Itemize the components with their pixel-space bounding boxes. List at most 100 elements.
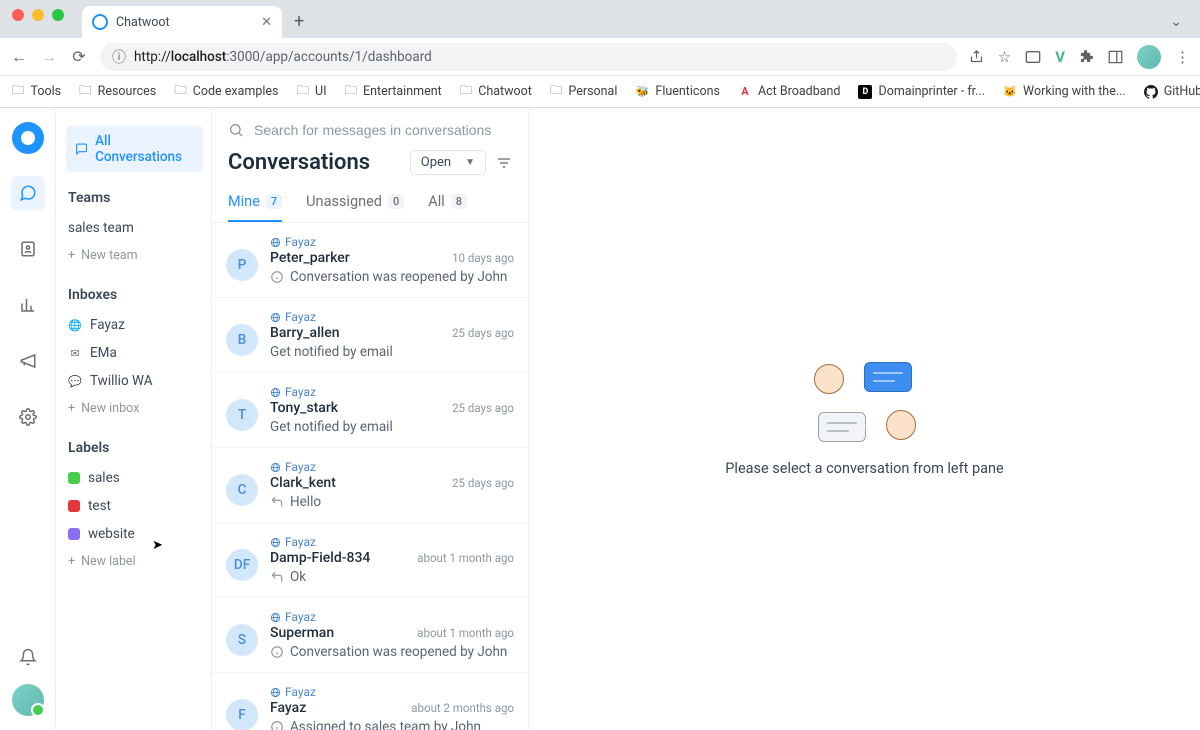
bookmark-star-icon[interactable]: ☆ (998, 48, 1011, 66)
sidebar-inbox-item[interactable]: 🌐Fayaz (66, 311, 203, 339)
bookmark-link[interactable]: 🐝Fluenticons (635, 84, 720, 99)
contact-name: Tony_stark (270, 400, 338, 416)
url-text: http://localhost:3000/app/accounts/1/das… (134, 49, 432, 65)
site-info-icon[interactable]: ⓘ (112, 47, 126, 67)
message-preview: Conversation was reopened by John (270, 269, 514, 285)
conversation-item[interactable]: PFayazPeter_parker10 days agoConversatio… (212, 223, 528, 298)
nav-notifications[interactable] (11, 640, 45, 674)
contact-name: Barry_allen (270, 325, 340, 341)
minimize-window-icon[interactable] (32, 9, 44, 21)
bookmark-folder[interactable]: 🗀Tools (12, 81, 61, 102)
info-icon (270, 720, 284, 730)
search-bar[interactable] (212, 108, 528, 146)
maximize-window-icon[interactable] (52, 9, 64, 21)
url-field[interactable]: ⓘ http://localhost:3000/app/accounts/1/d… (100, 43, 957, 71)
message-preview: Conversation was reopened by John (270, 644, 514, 660)
inbox-tag: Fayaz (270, 235, 514, 249)
vue-devtools-icon[interactable]: V (1055, 48, 1065, 66)
panel-icon[interactable] (1108, 50, 1123, 64)
site-icon: D (858, 85, 872, 99)
label-color-icon (68, 472, 80, 484)
message-preview: Get notified by email (270, 419, 514, 435)
menu-icon[interactable]: ⋮ (1175, 48, 1190, 66)
nav-conversations[interactable] (11, 176, 45, 210)
sidebar-inbox-item[interactable]: ✉EMa (66, 339, 203, 367)
bookmark-folder[interactable]: 🗀Entertainment (345, 81, 442, 102)
bookmark-folder[interactable]: 🗀UI (296, 81, 326, 102)
conversation-item[interactable]: SFayazSupermanabout 1 month agoConversat… (212, 598, 528, 673)
tab-mine[interactable]: Mine7 (228, 185, 282, 222)
status-dropdown[interactable]: Open ▼ (410, 150, 486, 175)
bookmark-folder[interactable]: 🗀Personal (550, 81, 618, 102)
user-avatar[interactable] (12, 684, 44, 716)
bookmark-folder[interactable]: 🗀Code examples (174, 81, 278, 102)
bookmark-link[interactable]: GitHub Command... (1144, 84, 1200, 99)
sidebar-label-item[interactable]: website (66, 520, 203, 548)
extensions-icon[interactable] (1079, 49, 1094, 64)
sidebar-label-item[interactable]: test (66, 492, 203, 520)
new-tab-button[interactable]: + (282, 11, 316, 38)
close-window-icon[interactable] (12, 9, 24, 21)
count-badge: 0 (388, 194, 404, 209)
empty-state-illustration (810, 362, 920, 442)
bookmark-folder[interactable]: 🗀Resources (79, 81, 156, 102)
inbox-tag: Fayaz (270, 385, 514, 399)
contact-name: Superman (270, 625, 334, 641)
search-input[interactable] (254, 122, 512, 138)
site-icon: A (738, 85, 752, 99)
nav-campaigns[interactable] (11, 344, 45, 378)
bookmark-link[interactable]: AAct Broadband (738, 84, 841, 99)
tab-all[interactable]: All8 (428, 185, 467, 222)
contact-avatar: P (226, 249, 258, 281)
reload-button[interactable]: ⟳ (70, 47, 88, 66)
nav-contacts[interactable] (11, 232, 45, 266)
sidebar-new-label[interactable]: +New label (66, 548, 203, 575)
conversation-item[interactable]: BFayazBarry_allen25 days agoGet notified… (212, 298, 528, 373)
bookmark-folder[interactable]: 🗀Chatwoot (460, 81, 532, 102)
conversation-tabs: Mine7 Unassigned0 All8 (212, 185, 528, 223)
profile-avatar-icon[interactable] (1137, 45, 1161, 69)
conversation-list: PFayazPeter_parker10 days agoConversatio… (212, 223, 528, 730)
conversation-item[interactable]: FFayazFayazabout 2 months agoAssigned to… (212, 673, 528, 730)
message-preview: Hello (270, 494, 514, 510)
cast-icon[interactable] (1025, 50, 1041, 64)
nav-reports[interactable] (11, 288, 45, 322)
plus-icon: + (68, 248, 75, 263)
close-tab-icon[interactable]: ✕ (261, 15, 272, 30)
bookmark-link[interactable]: DDomainprinter - fr... (858, 84, 985, 99)
contact-name: Fayaz (270, 700, 306, 716)
inbox-tag: Fayaz (270, 460, 514, 474)
sidebar-team-item[interactable]: sales team (66, 214, 203, 242)
timestamp: 25 days ago (452, 401, 514, 415)
address-actions: ☆ V ⋮ (969, 45, 1190, 69)
sidebar-inbox-item[interactable]: 💬Twillio WA (66, 367, 203, 395)
sidebar-new-team[interactable]: +New team (66, 242, 203, 269)
timestamp: 25 days ago (452, 476, 514, 490)
filter-icon[interactable] (496, 156, 512, 170)
inbox-tag: Fayaz (270, 535, 514, 549)
count-badge: 8 (451, 194, 467, 209)
tabs-dropdown-icon[interactable]: ⌄ (1160, 14, 1192, 38)
sidebar-all-conversations[interactable]: All Conversations (66, 126, 203, 172)
nav-settings[interactable] (11, 400, 45, 434)
sidebar: All Conversations Teams sales team +New … (56, 108, 211, 730)
sidebar-label-item[interactable]: sales (66, 464, 203, 492)
contact-name: Damp-Field-834 (270, 550, 370, 566)
bookmark-link[interactable]: 🐱Working with the... (1003, 84, 1126, 99)
message-preview: Ok (270, 569, 514, 585)
tab-title: Chatwoot (116, 15, 253, 30)
browser-address-bar: ← → ⟳ ⓘ http://localhost:3000/app/accoun… (0, 38, 1200, 76)
app-logo[interactable] (12, 122, 44, 154)
conversation-item[interactable]: CFayazClark_kent25 days agoHello (212, 448, 528, 523)
conversation-header: Conversations Open ▼ (212, 146, 528, 185)
back-button[interactable]: ← (10, 47, 28, 67)
conversation-item[interactable]: DFFayazDamp-Field-834about 1 month agoOk (212, 523, 528, 598)
status-label: Open (421, 155, 451, 170)
share-icon[interactable] (969, 49, 984, 64)
plus-icon: + (68, 554, 75, 569)
browser-tab[interactable]: Chatwoot ✕ (82, 6, 282, 38)
tab-unassigned[interactable]: Unassigned0 (306, 185, 404, 222)
sidebar-new-inbox[interactable]: +New inbox (66, 395, 203, 422)
chat-icon: 💬 (68, 374, 82, 388)
conversation-item[interactable]: TFayazTony_stark25 days agoGet notified … (212, 373, 528, 448)
